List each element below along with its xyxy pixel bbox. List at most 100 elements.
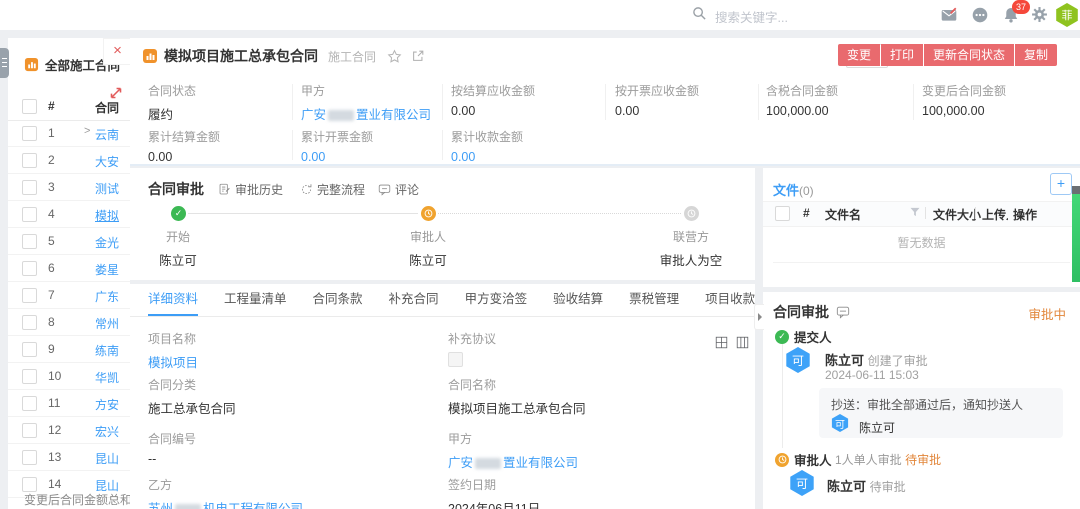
table-row[interactable]: 12宏兴 (8, 417, 130, 444)
contract-link[interactable]: 昆山 (95, 450, 130, 467)
tab-4[interactable]: 甲方变洽签 (465, 284, 528, 316)
column-view-icon[interactable] (736, 336, 749, 354)
row-checkbox[interactable] (22, 180, 37, 195)
timeline-segment-dotted (438, 213, 681, 214)
add-file-button[interactable]: + (1050, 173, 1072, 195)
contract-link[interactable]: 练南 (95, 342, 130, 359)
table-row[interactable]: 1>云南 (8, 120, 130, 147)
external-link-icon[interactable] (410, 48, 426, 64)
close-icon[interactable]: × (103, 38, 130, 65)
approver-mode: 1人单人审批 (835, 451, 902, 468)
form-field: 项目名称模拟项目 (148, 330, 198, 371)
top-bar: 搜索关键字... 37 菲 (0, 0, 1080, 30)
gear-icon[interactable] (1031, 6, 1049, 24)
tab-5[interactable]: 验收结算 (553, 284, 603, 316)
row-checkbox[interactable] (22, 450, 37, 465)
contract-summary-grid: 合同状态履约甲方广安置业有限公司按结算应收金额0.00按开票应收金额0.00含税… (130, 72, 1080, 166)
star-icon[interactable] (386, 48, 402, 64)
detail-tabs: 详细资料工程量清单合同条款补充合同甲方变洽签验收结算票税管理项目收款变更 (130, 284, 755, 317)
filter-icon[interactable] (909, 206, 921, 221)
action-button-3[interactable]: 复制 (1015, 44, 1057, 66)
row-checkbox[interactable] (22, 234, 37, 249)
field-label: 补充协议 (448, 330, 496, 347)
row-checkbox[interactable] (22, 261, 37, 276)
comment-link[interactable]: 评论 (378, 181, 419, 198)
tab-1[interactable]: 工程量清单 (224, 284, 287, 316)
row-index: 14 (48, 477, 61, 491)
row-checkbox[interactable] (22, 342, 37, 357)
action-button-0[interactable]: 变更 (838, 44, 880, 66)
row-checkbox[interactable] (22, 396, 37, 411)
tab-2[interactable]: 合同条款 (313, 284, 363, 316)
check-circle-icon: ✓ (775, 330, 789, 344)
files-table-header: # 文件名 文件大小 上传人 操作 (763, 201, 1080, 227)
table-row[interactable]: 4模拟 (8, 201, 130, 228)
files-select-all-checkbox[interactable] (775, 206, 790, 221)
contract-link[interactable]: 云南 (95, 126, 130, 143)
approval-history-link[interactable]: 审批历史 (218, 181, 283, 198)
field-value[interactable]: 广安置业有限公司 (448, 452, 578, 471)
submitter-name-row: 陈立可 创建了审批 (825, 350, 928, 369)
contract-link[interactable]: 大安 (95, 153, 130, 170)
contract-link[interactable]: 常州 (95, 315, 130, 332)
field-value: 履约 (148, 104, 298, 123)
row-checkbox[interactable] (22, 126, 37, 141)
action-button-1[interactable]: 打印 (881, 44, 923, 66)
field-value[interactable]: 广安置业有限公司 (301, 104, 451, 123)
contract-link[interactable]: 华凯 (95, 369, 130, 386)
row-checkbox[interactable] (22, 153, 37, 168)
row-checkbox[interactable] (22, 207, 37, 222)
row-checkbox[interactable] (22, 369, 37, 384)
supplement-checkbox[interactable] (448, 352, 463, 367)
redacted-text (328, 110, 354, 121)
expand-icon[interactable]: > (84, 125, 90, 137)
field-label: 含税合同金额 (766, 82, 916, 99)
action-button-2[interactable]: 更新合同状态 (924, 44, 1014, 66)
table-row[interactable]: 13昆山 (8, 444, 130, 471)
contract-link[interactable]: 测试 (95, 180, 130, 197)
tab-6[interactable]: 票税管理 (629, 284, 679, 316)
field-value[interactable]: 模拟项目 (148, 352, 198, 371)
comment-icon[interactable] (835, 304, 851, 320)
field-value[interactable]: 0.00 (301, 150, 451, 164)
field-value: 0.00 (615, 104, 765, 118)
info-field: 甲方广安置业有限公司 (301, 82, 451, 123)
files-col-name: 文件名 (825, 206, 861, 223)
table-row[interactable]: 11方安 (8, 390, 130, 417)
panel-handle-icon[interactable] (0, 48, 9, 78)
column-divider (442, 84, 443, 120)
table-row[interactable]: 10华凯 (8, 363, 130, 390)
table-row[interactable]: 9练南 (8, 336, 130, 363)
select-all-checkbox[interactable] (22, 99, 37, 114)
contract-link[interactable]: 广东 (95, 288, 130, 305)
contract-link[interactable]: 宏兴 (95, 423, 130, 440)
row-checkbox[interactable] (22, 423, 37, 438)
row-checkbox[interactable] (22, 315, 37, 330)
table-row[interactable]: 8常州 (8, 309, 130, 336)
field-value[interactable]: 苏州机电工程有限公司 (148, 498, 303, 509)
collapse-arrow-icon[interactable] (754, 304, 764, 330)
approver-name: 陈立可 (827, 479, 866, 494)
table-row[interactable]: 3测试 (8, 174, 130, 201)
table-row[interactable]: 7广东 (8, 282, 130, 309)
table-row[interactable]: 2大安 (8, 147, 130, 174)
contract-link[interactable]: 方安 (95, 396, 130, 413)
tab-7[interactable]: 项目收款 (705, 284, 755, 316)
page-background: 全部施工合同 × # 合同 1>云南2大安3测试4模拟5金光6娄星7广东8常州9… (0, 30, 1080, 509)
feedback-edge-bar[interactable] (1072, 186, 1080, 282)
mail-icon[interactable] (940, 6, 958, 24)
row-checkbox[interactable] (22, 477, 37, 492)
grid-view-icon[interactable] (715, 336, 728, 354)
submit-time: 2024-06-11 15:03 (825, 368, 919, 382)
tab-3[interactable]: 补充合同 (389, 284, 439, 316)
field-value[interactable]: 0.00 (451, 150, 601, 164)
global-search[interactable]: 搜索关键字... (692, 6, 788, 26)
row-checkbox[interactable] (22, 288, 37, 303)
tab-0[interactable]: 详细资料 (148, 284, 198, 316)
timeline-step-label: 审批人陈立可 (358, 228, 498, 269)
chat-icon[interactable] (971, 6, 989, 24)
user-avatar[interactable]: 菲 (1055, 3, 1079, 27)
contract-link[interactable]: 模拟 (95, 207, 130, 224)
full-flow-link[interactable]: 完整流程 (300, 181, 365, 198)
value-prefix: 广安 (448, 456, 473, 470)
